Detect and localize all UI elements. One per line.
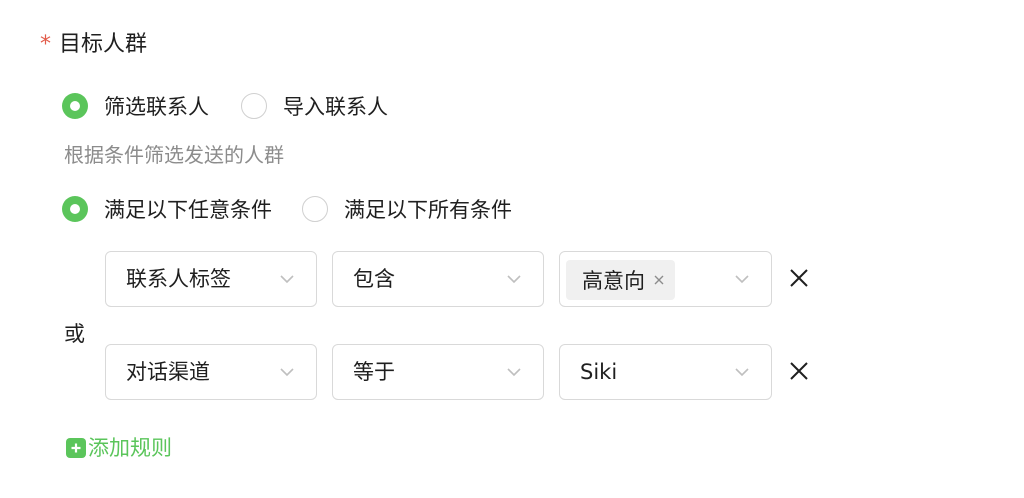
rule-value-multiselect[interactable]: 高意向 xyxy=(559,251,772,307)
radio-match-all[interactable]: 满足以下所有条件 xyxy=(302,194,512,224)
radio-checked-icon[interactable] xyxy=(62,196,88,222)
value-tag: 高意向 xyxy=(566,260,675,300)
source-mode-radio-group: 筛选联系人 导入联系人 xyxy=(62,89,388,123)
rule-field-value: 联系人标签 xyxy=(126,267,231,291)
radio-label-filter-contacts: 筛选联系人 xyxy=(104,95,209,119)
rule-row: 对话渠道 等于 Siki xyxy=(105,344,825,400)
rule-row: 联系人标签 包含 高意向 xyxy=(105,251,825,307)
plus-square-icon xyxy=(66,438,86,458)
rule-operator-select[interactable]: 包含 xyxy=(332,251,544,307)
radio-label-match-any: 满足以下任意条件 xyxy=(104,198,272,222)
rule-operator-value: 包含 xyxy=(353,267,395,291)
audience-form: * 目标人群 筛选联系人 导入联系人 根据条件筛选发送的人群 满足以下任意条件 … xyxy=(0,0,1024,498)
rule-value-value: Siki xyxy=(580,360,618,384)
radio-import-contacts[interactable]: 导入联系人 xyxy=(241,91,388,121)
close-icon[interactable] xyxy=(653,274,665,286)
chevron-down-icon xyxy=(507,275,521,284)
radio-label-import-contacts: 导入联系人 xyxy=(283,95,388,119)
remove-rule-icon[interactable] xyxy=(788,267,810,289)
chevron-down-icon xyxy=(735,368,749,377)
logic-operator-label: 或 xyxy=(64,322,85,346)
radio-label-match-all: 满足以下所有条件 xyxy=(344,198,512,222)
rule-field-select[interactable]: 对话渠道 xyxy=(105,344,317,400)
chevron-down-icon xyxy=(280,368,294,377)
rule-field-select[interactable]: 联系人标签 xyxy=(105,251,317,307)
remove-rule-icon[interactable] xyxy=(788,360,810,382)
required-marker: * xyxy=(40,32,51,57)
chevron-down-icon xyxy=(735,275,749,284)
helper-text: 根据条件筛选发送的人群 xyxy=(64,143,284,167)
chevron-down-icon xyxy=(507,368,521,377)
radio-unchecked-icon[interactable] xyxy=(241,93,267,119)
audience-label-text: 目标人群 xyxy=(59,32,148,57)
rule-field-value: 对话渠道 xyxy=(126,360,210,384)
add-rule-label: 添加规则 xyxy=(88,436,172,460)
rule-operator-value: 等于 xyxy=(353,360,395,384)
radio-match-any[interactable]: 满足以下任意条件 xyxy=(62,194,272,224)
add-rule-button[interactable]: 添加规则 xyxy=(66,432,172,464)
chevron-down-icon xyxy=(280,275,294,284)
match-mode-radio-group: 满足以下任意条件 满足以下所有条件 xyxy=(62,192,512,226)
value-tag-text: 高意向 xyxy=(582,269,645,293)
radio-checked-icon[interactable] xyxy=(62,93,88,119)
rule-value-select[interactable]: Siki xyxy=(559,344,772,400)
radio-unchecked-icon[interactable] xyxy=(302,196,328,222)
radio-filter-contacts[interactable]: 筛选联系人 xyxy=(62,91,209,121)
audience-field-label: * 目标人群 xyxy=(40,29,147,61)
rule-operator-select[interactable]: 等于 xyxy=(332,344,544,400)
